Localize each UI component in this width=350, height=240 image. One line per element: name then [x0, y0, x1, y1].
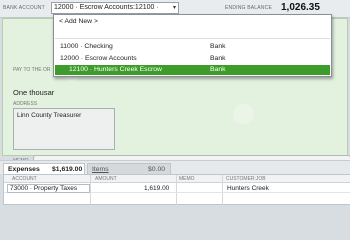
dropdown-separator — [55, 38, 330, 39]
account-option-escrow-accounts[interactable]: 12000 · Escrow Accounts Bank — [55, 54, 330, 64]
ending-balance-label: ENDING BALANCE — [225, 5, 272, 11]
account-cell[interactable]: 73000 · Property Taxes — [7, 184, 90, 193]
account-option-type: Bank — [210, 43, 226, 50]
account-option-hunters-creek-escrow[interactable]: 12100 · Hunters Creek Escrow Bank — [55, 65, 330, 75]
bank-account-combobox[interactable]: 12000 · Escrow Accounts:12100 · ▾ — [51, 2, 179, 14]
add-new-option[interactable]: < Add New > — [55, 17, 330, 27]
column-header-customer-job: CUSTOMER:JOB — [226, 176, 266, 182]
customer-job-cell-value: Hunters Creek — [227, 185, 269, 192]
account-option-name: 12100 · Hunters Creek Escrow — [69, 66, 162, 73]
account-option-name: 12000 · Escrow Accounts — [60, 55, 137, 62]
expenses-grid: ACCOUNT AMOUNT MEMO CUSTOMER:JOB 73000 ·… — [3, 174, 350, 205]
account-option-name: 11000 · Checking — [60, 43, 113, 50]
amount-in-words: One thousar — [13, 88, 55, 97]
column-header-memo: MEMO — [179, 176, 195, 182]
grid-header-row: ACCOUNT AMOUNT MEMO CUSTOMER:JOB — [4, 175, 350, 183]
add-new-label: < Add New > — [59, 18, 98, 25]
bank-account-label: BANK ACCOUNT — [3, 5, 45, 11]
chevron-down-icon[interactable]: ▾ — [173, 3, 176, 13]
address-text: Linn County Treasurer — [17, 112, 82, 119]
table-row[interactable]: 73000 · Property Taxes 1,619.00 Hunters … — [4, 184, 350, 193]
column-header-account: ACCOUNT — [12, 176, 37, 182]
detail-tabs: Expenses $1,619.00 Items $0.00 — [0, 160, 350, 175]
account-option-type: Bank — [210, 55, 226, 62]
account-option-checking[interactable]: 11000 · Checking Bank — [55, 42, 330, 52]
bank-account-value: 12000 · Escrow Accounts:12100 · — [54, 4, 159, 11]
address-field[interactable]: Linn County Treasurer — [13, 108, 115, 150]
account-cell-value: 73000 · Property Taxes — [10, 185, 78, 192]
column-header-amount: AMOUNT — [95, 176, 117, 182]
bank-account-dropdown-list: < Add New > 11000 · Checking Bank 12000 … — [53, 14, 332, 77]
address-label: ADDRESS — [13, 101, 38, 107]
ending-balance-value: 1,026.35 — [281, 2, 320, 13]
account-option-type: Bank — [210, 66, 226, 73]
amount-cell-value: 1,619.00 — [144, 185, 170, 192]
pay-to-label: PAY TO THE OR — [13, 67, 51, 73]
